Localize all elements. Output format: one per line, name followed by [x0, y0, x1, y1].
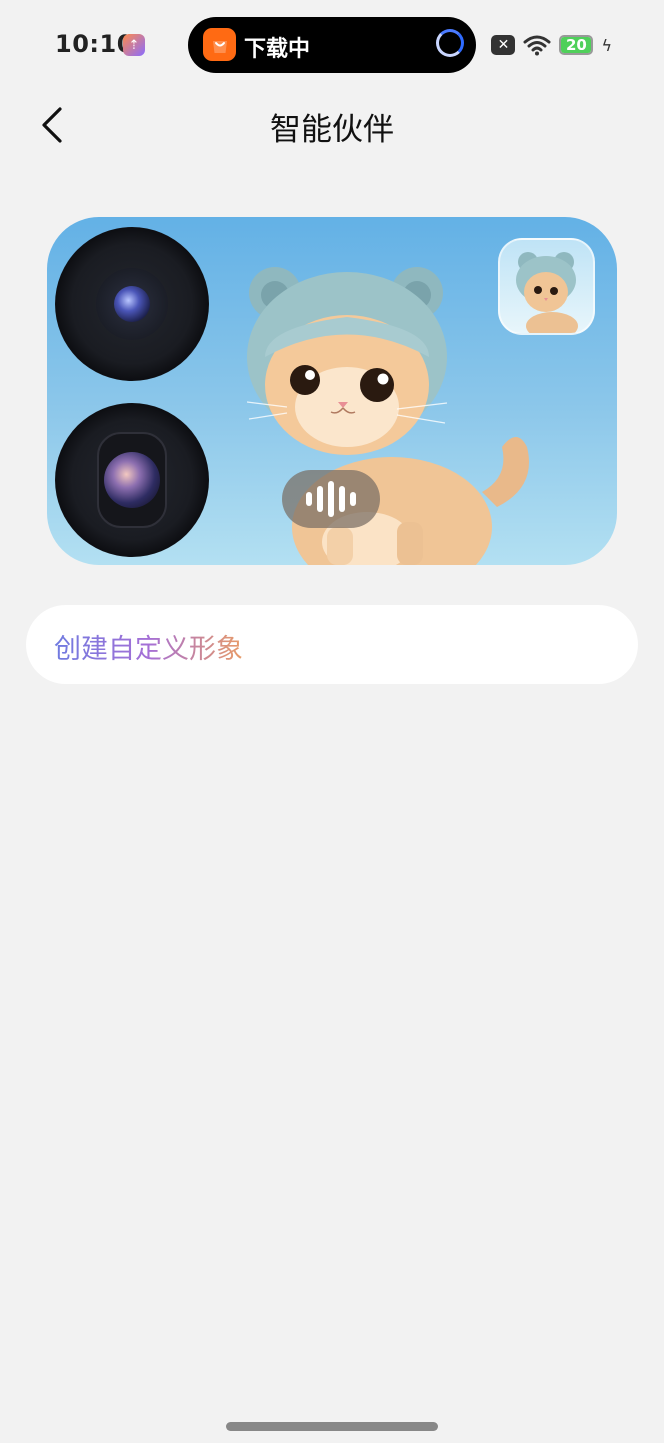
- create-custom-avatar-label: 创建自定义形象: [54, 627, 243, 666]
- cat-avatar-thumbnail[interactable]: [498, 238, 595, 335]
- create-custom-avatar-button[interactable]: 创建自定义形象: [26, 605, 638, 684]
- app-update-icon: ⇡: [123, 34, 145, 56]
- front-camera-lens-icon: [55, 227, 209, 381]
- battery-level: 20: [566, 36, 587, 54]
- charging-icon: ϟ: [601, 35, 612, 55]
- dynamic-island[interactable]: 下载中: [188, 17, 476, 73]
- partner-hero-card: [47, 217, 617, 565]
- battery-icon: 20: [559, 35, 594, 55]
- download-status-label: 下载中: [244, 37, 311, 62]
- close-badge-icon: ✕: [491, 35, 516, 55]
- home-indicator[interactable]: [226, 1422, 438, 1431]
- status-icons: ✕ 20 ϟ: [491, 33, 612, 57]
- rear-camera-lens-icon: [55, 403, 209, 557]
- loading-spinner-icon: [436, 29, 464, 57]
- wifi-icon: [523, 35, 551, 56]
- voice-button[interactable]: [282, 470, 380, 528]
- store-bag-icon: [203, 28, 236, 61]
- page-title: 智能伙伴: [270, 112, 394, 148]
- voice-waveform-icon: [306, 481, 356, 517]
